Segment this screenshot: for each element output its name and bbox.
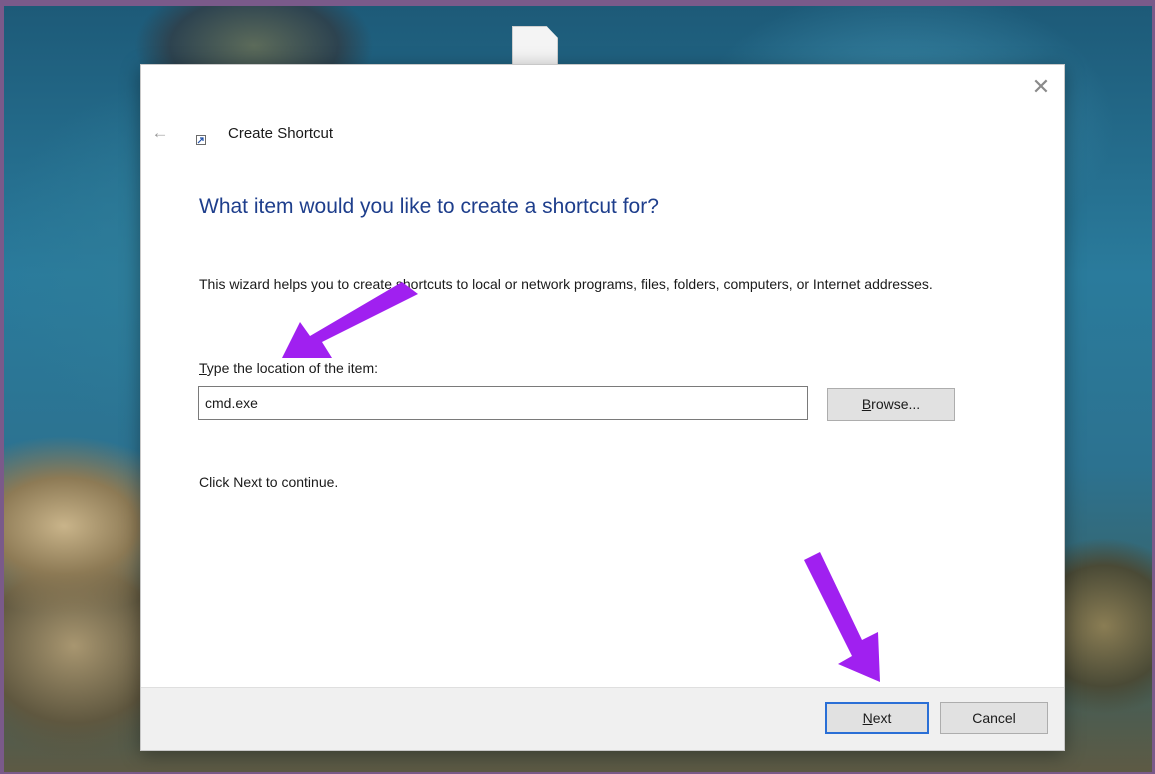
next-button[interactable]: Next [825,702,929,734]
next-label: ext [872,710,892,726]
browse-button[interactable]: Browse... [827,388,955,421]
continue-instruction: Click Next to continue. [199,474,339,490]
create-shortcut-dialog: ✕ ← Create Shortcut What item would you … [140,64,1065,751]
browse-label: rowse... [871,396,921,412]
wizard-title: Create Shortcut [228,125,334,142]
label-access-key: T [199,360,207,376]
back-arrow-icon[interactable]: ← [149,123,171,143]
location-field-label: Type the location of the item: [199,360,378,376]
dialog-footer: Next Cancel [141,687,1064,750]
close-icon[interactable]: ✕ [1028,75,1054,99]
browse-access-key: B [861,396,872,412]
label-text: ype the location of the item: [206,360,378,376]
shortcut-icon [196,135,206,145]
location-input[interactable] [198,386,808,420]
wizard-description: This wizard helps you to create shortcut… [199,276,933,292]
next-access-key: N [862,710,873,726]
page-heading: What item would you like to create a sho… [199,195,659,218]
cancel-button[interactable]: Cancel [940,702,1048,734]
